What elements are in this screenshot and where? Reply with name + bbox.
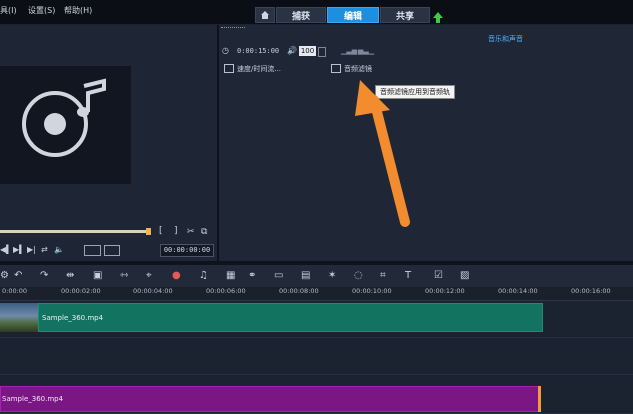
menu-help[interactable]: 帮助(H) <box>64 5 92 16</box>
mark-out-button[interactable]: ] <box>174 226 178 236</box>
speed-icon <box>224 64 234 73</box>
menu-settings[interactable]: 设置(S) <box>28 5 55 16</box>
volume-input[interactable]: 100 <box>299 46 316 56</box>
mask-icon[interactable]: ⌗ <box>380 271 386 281</box>
timeline-ruler[interactable]: 0:00:00 00:00:02:00 00:00:04:00 00:00:06… <box>0 287 633 301</box>
play-icon[interactable]: ▶▍ <box>13 245 25 255</box>
multicam-icon[interactable]: ▤ <box>301 271 310 281</box>
clock-icon: ◷ <box>222 46 229 55</box>
volume-stepper[interactable] <box>318 47 326 57</box>
export-icon[interactable]: ▨ <box>460 271 469 281</box>
speed-time-button[interactable]: 速度/时间流... <box>237 64 281 74</box>
prev-frame-icon[interactable]: ◀▍ <box>0 245 12 255</box>
home-button[interactable] <box>255 7 275 23</box>
end-icon[interactable]: ▶| <box>27 245 36 255</box>
category-label: 音乐和声音 <box>488 35 523 43</box>
video-clip-thumbnail[interactable] <box>0 303 38 332</box>
track-icon[interactable]: ◌ <box>354 271 363 281</box>
aspect-icon[interactable] <box>104 245 120 256</box>
ruler-tick: 00:00:10:00 <box>352 287 392 295</box>
scissors-icon[interactable]: ✂ <box>187 227 195 237</box>
options-panel <box>219 25 633 261</box>
preview-timecode[interactable]: 00:00:00:00 <box>160 244 214 257</box>
overlay-track[interactable] <box>0 338 633 375</box>
ruler-tick: 00:00:02:00 <box>61 287 101 295</box>
mark-in-button[interactable]: [ <box>159 226 163 236</box>
undo-icon[interactable]: ↶ <box>14 271 22 281</box>
repeat-icon[interactable]: ⇄ <box>41 245 48 255</box>
fade-out-icon[interactable]: ▅▃▁ <box>358 46 374 56</box>
record-icon[interactable]: ▣ <box>93 271 102 281</box>
settings-icon[interactable]: ⚙ <box>0 271 9 281</box>
motion-icon[interactable]: ✶ <box>328 271 336 281</box>
annotation-arrow <box>355 80 410 227</box>
ruler-tick: 00:00:06:00 <box>206 287 246 295</box>
ruler-tick: 00:00:08:00 <box>279 287 319 295</box>
home-icon <box>261 11 269 19</box>
copy-icon[interactable]: ⧉ <box>201 227 207 237</box>
volume-icon[interactable]: 🔈 <box>54 245 64 255</box>
ruler-tick: 00:00:14:00 <box>498 287 538 295</box>
drag-handle[interactable] <box>221 27 245 30</box>
fade-in-icon[interactable]: ▁▃▅ <box>341 46 357 56</box>
title-icon[interactable]: T <box>405 271 411 281</box>
color-icon[interactable]: ● <box>172 271 181 281</box>
ruler-tick: 00:00:12:00 <box>425 287 465 295</box>
crop-icon[interactable]: ⌖ <box>146 271 152 281</box>
ruler-tick: 0:00:00 <box>2 287 28 295</box>
video-clip[interactable]: Sample_360.mp4 <box>38 303 543 332</box>
hd-toggle-icon[interactable] <box>84 245 101 256</box>
mixer-icon[interactable]: ▦ <box>226 271 235 281</box>
music-disc-icon <box>22 78 106 157</box>
audio-icon[interactable]: ♫ <box>199 271 208 281</box>
split-icon[interactable]: ⇿ <box>120 271 128 281</box>
fit-icon[interactable]: ⇹ <box>66 271 74 281</box>
subtitle-icon[interactable]: ▭ <box>274 271 283 281</box>
effects-icon[interactable]: ⚭ <box>248 271 256 281</box>
duration-timecode[interactable]: 0:00:15:00 <box>237 47 279 55</box>
checkbox-icon[interactable]: ☑ <box>434 271 443 281</box>
video-clip-label: Sample_360.mp4 <box>42 314 104 322</box>
tab-edit[interactable]: 编辑 <box>327 7 379 23</box>
tab-capture[interactable]: 捕获 <box>276 7 326 23</box>
ruler-tick: 00:00:04:00 <box>133 287 173 295</box>
scrub-handle[interactable] <box>146 228 151 235</box>
speaker-icon: 🔊 <box>287 46 297 55</box>
audio-clip[interactable]: Sample_360.mp4 <box>0 386 540 412</box>
preview-window <box>0 66 131 184</box>
audio-clip-label: Sample_360.mp4 <box>2 395 64 403</box>
ruler-tick: 00:00:16:00 <box>571 287 611 295</box>
scrub-bar[interactable] <box>0 230 148 233</box>
menu-tools[interactable]: 具(I) <box>0 5 17 16</box>
redo-icon[interactable]: ↷ <box>40 271 48 281</box>
audio-clip-end-handle[interactable] <box>538 386 541 412</box>
audio-filter-icon <box>331 64 341 73</box>
tab-share[interactable]: 共享 <box>380 7 430 23</box>
